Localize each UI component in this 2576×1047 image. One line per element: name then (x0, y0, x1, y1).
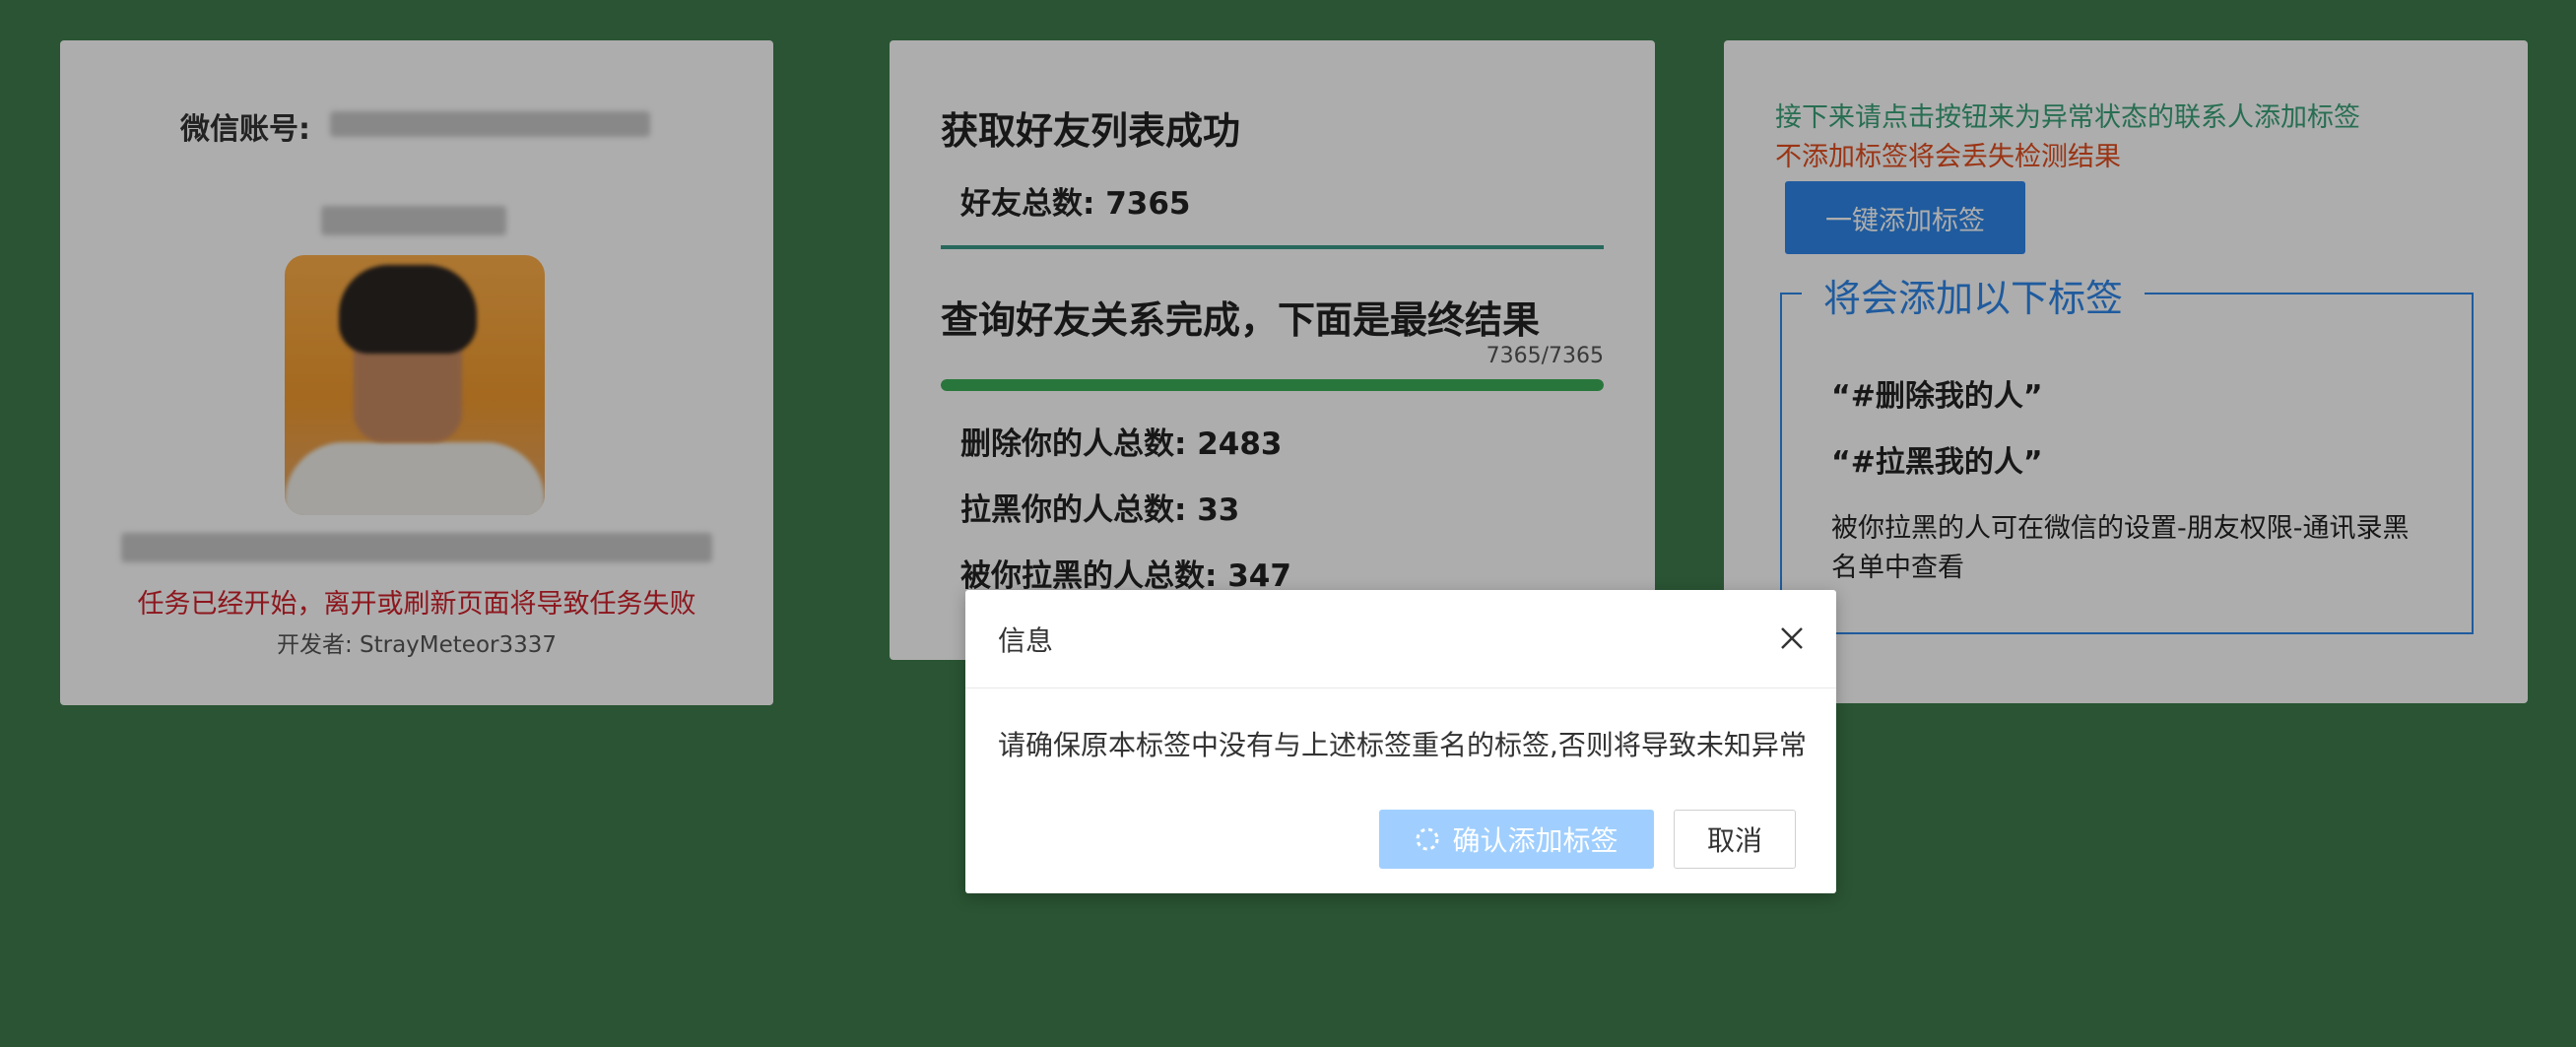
close-icon[interactable] (1777, 623, 1807, 653)
dialog-message: 请确保原本标签中没有与上述标签重名的标签,否则将导致未知异常 (998, 729, 1807, 761)
loading-spinner-icon (1416, 827, 1439, 851)
confirm-dialog: 信息 请确保原本标签中没有与上述标签重名的标签,否则将导致未知异常 确认添加标签… (965, 590, 1836, 893)
confirm-label: 确认添加标签 (1452, 824, 1618, 857)
dialog-header: 信息 (965, 590, 1836, 688)
dialog-title: 信息 (998, 624, 1054, 657)
confirm-add-tags-button[interactable]: 确认添加标签 (1379, 810, 1654, 869)
cancel-button[interactable]: 取消 (1674, 810, 1796, 869)
